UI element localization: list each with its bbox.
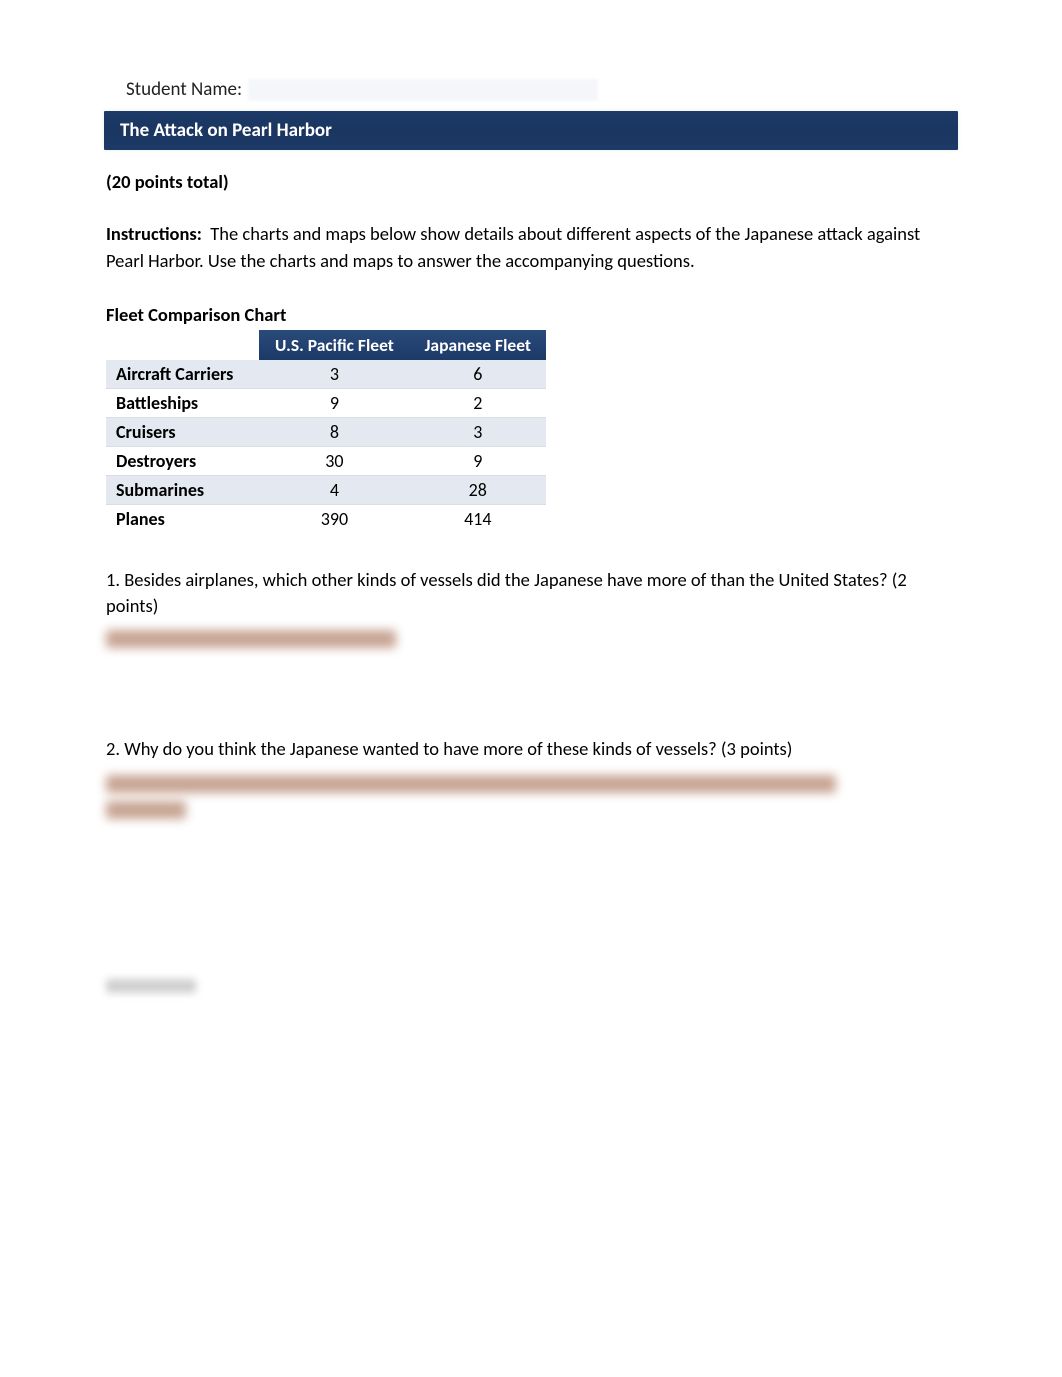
- row-us: 4: [259, 475, 409, 504]
- question-1: 1. Besides airplanes, which other kinds …: [106, 567, 956, 621]
- question-2: 2. Why do you think the Japanese wanted …: [106, 736, 956, 763]
- table-header-jp: Japanese Fleet: [410, 330, 546, 360]
- row-jp: 2: [410, 388, 546, 417]
- row-jp: 414: [410, 504, 546, 533]
- row-jp: 3: [410, 417, 546, 446]
- row-label: Submarines: [106, 475, 259, 504]
- instructions-text: The charts and maps below show details a…: [106, 222, 920, 272]
- table-header-row: U.S. Pacific Fleet Japanese Fleet: [106, 330, 546, 360]
- row-label: Aircraft Carriers: [106, 360, 259, 389]
- table-row: Planes 390 414: [106, 504, 546, 533]
- row-jp: 28: [410, 475, 546, 504]
- answer-2-blurred-line1: [106, 775, 836, 793]
- chart-title: Fleet Comparison Chart: [106, 303, 956, 326]
- fleet-comparison-table: U.S. Pacific Fleet Japanese Fleet Aircra…: [106, 330, 546, 533]
- table-row: Destroyers 30 9: [106, 446, 546, 475]
- row-us: 3: [259, 360, 409, 389]
- row-label: Planes: [106, 504, 259, 533]
- student-name-row: Student Name:: [126, 78, 956, 101]
- row-jp: 9: [410, 446, 546, 475]
- title-bar: The Attack on Pearl Harbor: [104, 111, 958, 150]
- footer-blurred: [106, 979, 196, 993]
- instructions-label: Instructions:: [106, 222, 202, 245]
- student-name-label: Student Name:: [126, 78, 242, 101]
- row-jp: 6: [410, 360, 546, 389]
- row-us: 390: [259, 504, 409, 533]
- row-us: 8: [259, 417, 409, 446]
- table-row: Submarines 4 28: [106, 475, 546, 504]
- answer-2-blurred-line2: [106, 801, 186, 819]
- row-us: 30: [259, 446, 409, 475]
- row-label: Cruisers: [106, 417, 259, 446]
- table-row: Cruisers 8 3: [106, 417, 546, 446]
- row-us: 9: [259, 388, 409, 417]
- answer-1-blurred: [106, 630, 396, 648]
- table-row: Battleships 9 2: [106, 388, 546, 417]
- table-row: Aircraft Carriers 3 6: [106, 360, 546, 389]
- student-name-blank[interactable]: [248, 79, 598, 101]
- row-label: Destroyers: [106, 446, 259, 475]
- table-header-us: U.S. Pacific Fleet: [259, 330, 409, 360]
- row-label: Battleships: [106, 388, 259, 417]
- instructions: Instructions: The charts and maps below …: [106, 221, 956, 275]
- table-header-blank: [106, 330, 259, 360]
- points-total: (20 points total): [106, 170, 956, 193]
